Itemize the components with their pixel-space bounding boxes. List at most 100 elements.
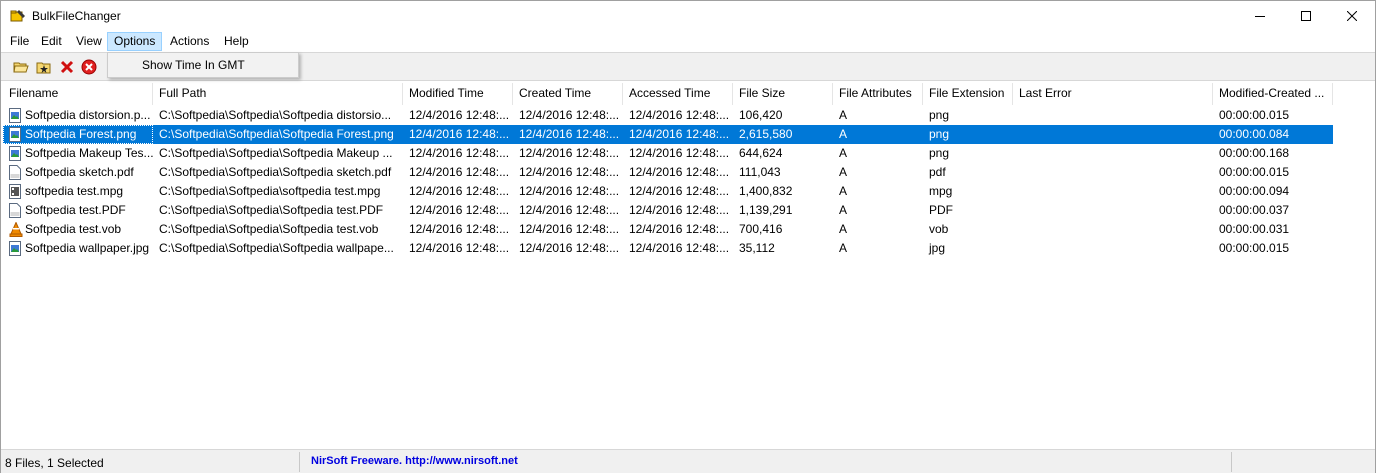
clear-all-icon	[81, 59, 97, 75]
cell-filename: Softpedia Makeup Tes...	[3, 144, 153, 163]
col-full-path[interactable]: Full Path	[153, 83, 403, 105]
menu-help[interactable]: Help	[217, 32, 256, 51]
cell-file-attributes-text: A	[839, 165, 848, 179]
cell-file-attributes: A	[833, 239, 923, 258]
cell-file-size: 700,416	[733, 220, 833, 239]
cell-modified-time-text: 12/4/2016 12:48:...	[409, 108, 510, 122]
cell-created-time-text: 12/4/2016 12:48:...	[519, 222, 620, 236]
table-row[interactable]: Softpedia wallpaper.jpg C:\Softpedia\Soft…	[3, 239, 1333, 258]
file-list[interactable]: Filename Full Path Modified Time Created…	[3, 83, 1373, 447]
cell-last-error	[1013, 220, 1213, 239]
maximize-button[interactable]	[1283, 1, 1329, 31]
cell-file-size-text: 111,043	[739, 165, 781, 179]
cell-full-path: C:\Softpedia\Softpedia\softpedia test.mp…	[153, 182, 403, 201]
title-bar[interactable]: BulkFileChanger	[1, 1, 1375, 31]
cell-file-extension: png	[923, 144, 1013, 163]
cell-file-attributes-text: A	[839, 222, 848, 236]
cell-file-attributes-text: A	[839, 146, 848, 160]
cell-modified-created: 00:00:00.015	[1213, 163, 1333, 182]
open-folder-button[interactable]	[12, 58, 30, 76]
col-filename[interactable]: Filename	[3, 83, 153, 105]
cell-created-time-text: 12/4/2016 12:48:...	[519, 146, 620, 160]
menu-file[interactable]: File	[3, 32, 36, 51]
cell-file-attributes: A	[833, 163, 923, 182]
menu-options[interactable]: Options	[107, 32, 163, 51]
cell-full-path: C:\Softpedia\Softpedia\Softpedia Makeup …	[153, 144, 403, 163]
cell-accessed-time: 12/4/2016 12:48:...	[623, 125, 733, 144]
table-row[interactable]: Softpedia Forest.png C:\Softpedia\Softped…	[3, 125, 1333, 144]
table-row[interactable]: Softpedia test.PDF C:\Softpedia\Softpedia…	[3, 201, 1333, 220]
cell-modified-created: 00:00:00.015	[1213, 239, 1333, 258]
status-divider	[1231, 452, 1232, 472]
cell-last-error	[1013, 182, 1213, 201]
table-row[interactable]: softpedia test.mpg C:\Softpedia\Softpedia…	[3, 182, 1333, 201]
cell-full-path: C:\Softpedia\Softpedia\Softpedia test.vo…	[153, 220, 403, 239]
cell-modified-time-text: 12/4/2016 12:48:...	[409, 203, 510, 217]
cell-filename: Softpedia sketch.pdf	[3, 163, 153, 182]
table-row[interactable]: Softpedia Makeup Tes... C:\Softpedia\Soft…	[3, 144, 1333, 163]
cell-file-attributes: A	[833, 125, 923, 144]
cell-file-extension-text: vob	[929, 222, 949, 236]
status-file-count: 8 Files, 1 Selected	[5, 456, 104, 470]
menu-edit[interactable]: Edit	[34, 32, 69, 51]
table-row[interactable]: Softpedia test.vob C:\Softpedia\Softpedia…	[3, 220, 1333, 239]
add-files-icon	[36, 62, 51, 74]
col-modified-time[interactable]: Modified Time	[403, 83, 513, 105]
cell-file-extension: PDF	[923, 201, 1013, 220]
cell-full-path: C:\Softpedia\Softpedia\Softpedia sketch.…	[153, 163, 403, 182]
cell-modified-time: 12/4/2016 12:48:...	[403, 201, 513, 220]
cell-created-time-text: 12/4/2016 12:48:...	[519, 184, 620, 198]
cell-full-path-text: C:\Softpedia\Softpedia\Softpedia test.PD…	[159, 203, 384, 217]
cell-full-path-text: C:\Softpedia\Softpedia\Softpedia sketch.…	[159, 165, 392, 179]
clear-all-button[interactable]	[80, 58, 98, 76]
cell-created-time: 12/4/2016 12:48:...	[513, 220, 623, 239]
nirsoft-link[interactable]: NirSoft Freeware. http://www.nirsoft.net	[311, 455, 518, 467]
cell-full-path: C:\Softpedia\Softpedia\Softpedia distors…	[153, 106, 403, 125]
add-files-button[interactable]	[35, 58, 53, 76]
cell-filename: Softpedia test.PDF	[3, 201, 153, 220]
status-bar: 8 Files, 1 Selected NirSoft Freeware. ht…	[1, 449, 1375, 473]
cell-file-size-text: 1,400,832	[739, 184, 793, 198]
cell-file-extension-text: png	[929, 108, 950, 122]
table-row[interactable]: Softpedia distorsion.p... C:\Softpedia\So…	[3, 106, 1333, 125]
cell-accessed-time-text: 12/4/2016 12:48:...	[629, 146, 730, 160]
maximize-icon	[1301, 11, 1311, 21]
cell-accessed-time-text: 12/4/2016 12:48:...	[629, 222, 730, 236]
cell-accessed-time: 12/4/2016 12:48:...	[623, 163, 733, 182]
col-last-error[interactable]: Last Error	[1013, 83, 1213, 105]
menu-actions[interactable]: Actions	[163, 32, 216, 51]
cell-full-path: C:\Softpedia\Softpedia\Softpedia test.PD…	[153, 201, 403, 220]
col-created-time[interactable]: Created Time	[513, 83, 623, 105]
menu-view[interactable]: View	[69, 32, 109, 51]
cell-modified-created-text: 00:00:00.168	[1219, 146, 1290, 160]
close-button[interactable]	[1329, 1, 1375, 31]
cell-full-path-text: C:\Softpedia\Softpedia\Softpedia Forest.…	[159, 127, 394, 141]
cell-modified-time: 12/4/2016 12:48:...	[403, 106, 513, 125]
cell-created-time-text: 12/4/2016 12:48:...	[519, 165, 620, 179]
cell-file-size: 2,615,580	[733, 125, 833, 144]
cell-created-time-text: 12/4/2016 12:48:...	[519, 203, 620, 217]
status-divider	[299, 452, 300, 472]
minimize-button[interactable]	[1237, 1, 1283, 31]
remove-button[interactable]	[58, 58, 76, 76]
cell-modified-created-text: 00:00:00.084	[1219, 127, 1290, 141]
col-file-extension[interactable]: File Extension	[923, 83, 1013, 105]
cell-modified-created: 00:00:00.168	[1213, 144, 1333, 163]
cell-filename-text: Softpedia test.vob	[25, 222, 122, 236]
cell-modified-created: 00:00:00.015	[1213, 106, 1333, 125]
cell-accessed-time-text: 12/4/2016 12:48:...	[629, 203, 730, 217]
cell-file-size: 35,112	[733, 239, 833, 258]
menu-item-show-time-gmt[interactable]: Show Time In GMT	[142, 58, 245, 72]
col-accessed-time[interactable]: Accessed Time	[623, 83, 733, 105]
cell-modified-time: 12/4/2016 12:48:...	[403, 182, 513, 201]
col-file-size[interactable]: File Size	[733, 83, 833, 105]
cell-modified-time-text: 12/4/2016 12:48:...	[409, 184, 510, 198]
col-modified-created[interactable]: Modified-Created ...	[1213, 83, 1333, 105]
cell-modified-created: 00:00:00.031	[1213, 220, 1333, 239]
cell-filename-text: softpedia test.mpg	[25, 184, 124, 198]
col-file-attributes[interactable]: File Attributes	[833, 83, 923, 105]
cell-file-extension-text: mpg	[929, 184, 953, 198]
app-icon	[10, 9, 26, 23]
table-row[interactable]: Softpedia sketch.pdf C:\Softpedia\Softped…	[3, 163, 1333, 182]
cell-filename-text: Softpedia Forest.png	[25, 127, 137, 141]
